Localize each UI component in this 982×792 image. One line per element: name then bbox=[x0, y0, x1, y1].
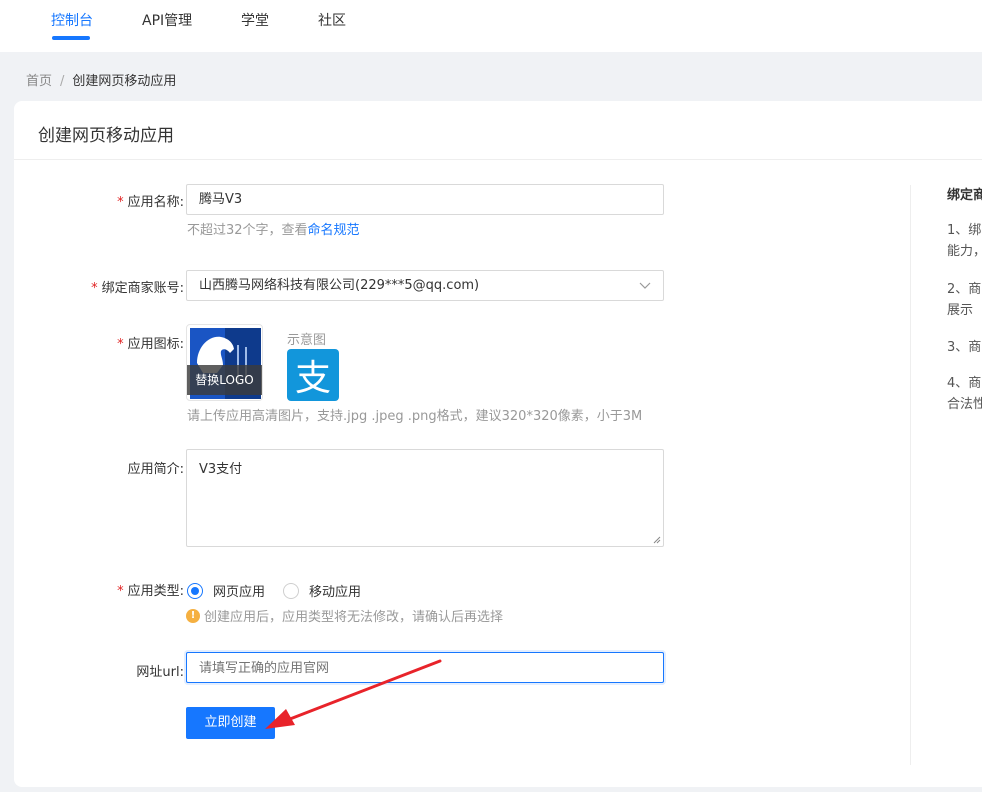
required-mark: * bbox=[117, 337, 124, 352]
side-panel-line: 1、绑 bbox=[947, 223, 982, 238]
title-divider bbox=[14, 159, 982, 160]
side-panel-title: 绑定商 bbox=[947, 188, 982, 203]
breadcrumb-current: 创建网页移动应用 bbox=[72, 74, 177, 89]
app-type-warning: ! 创建应用后，应用类型将无法修改，请确认后再选择 bbox=[186, 606, 503, 625]
radio-web-app[interactable]: 网页应用 bbox=[187, 581, 265, 600]
nav-active-indicator bbox=[52, 36, 90, 40]
create-now-button[interactable]: 立即创建 bbox=[186, 707, 275, 739]
url-input[interactable] bbox=[186, 652, 664, 683]
breadcrumb: 首页 / 创建网页移动应用 bbox=[26, 70, 176, 89]
side-panel-line: 4、商 bbox=[947, 376, 982, 391]
radio-unchecked-icon bbox=[283, 582, 299, 599]
resize-handle-icon[interactable] bbox=[653, 536, 661, 544]
app-logo-upload[interactable]: 替换LOGO bbox=[186, 324, 263, 401]
side-panel-line: 3、商 bbox=[947, 340, 982, 355]
radio-mobile-app-label: 移动应用 bbox=[309, 585, 362, 600]
required-mark: * bbox=[117, 584, 124, 599]
chevron-down-icon bbox=[639, 282, 651, 289]
naming-rules-link[interactable]: 命名规范 bbox=[308, 223, 360, 238]
top-nav: 控制台 API管理 学堂 社区 bbox=[0, 0, 982, 52]
nav-community[interactable]: 社区 bbox=[318, 10, 346, 30]
app-intro-label: 应用简介: bbox=[127, 462, 184, 477]
side-panel-divider bbox=[910, 185, 911, 765]
app-intro-value: V3支付 bbox=[199, 462, 243, 477]
alipay-sample-icon: 支 bbox=[287, 349, 339, 401]
breadcrumb-home[interactable]: 首页 bbox=[26, 74, 52, 89]
side-panel-line: 能力， bbox=[947, 244, 982, 259]
nav-api-management[interactable]: API管理 bbox=[142, 10, 192, 30]
merchant-select[interactable]: 山西腾马网络科技有限公司(229***5@qq.com) bbox=[186, 270, 664, 301]
merchant-select-value: 山西腾马网络科技有限公司(229***5@qq.com) bbox=[199, 278, 480, 293]
url-label: 网址url: bbox=[136, 665, 184, 680]
side-panel-line: 合法性 bbox=[947, 397, 982, 412]
breadcrumb-separator: / bbox=[60, 74, 65, 89]
warning-icon: ! bbox=[186, 608, 200, 623]
required-mark: * bbox=[91, 281, 98, 296]
app-name-hint: 不超过32个字，查看命名规范 bbox=[187, 223, 360, 238]
nav-console[interactable]: 控制台 bbox=[51, 10, 93, 30]
page-title: 创建网页移动应用 bbox=[38, 126, 174, 146]
side-panel-line: 展示 bbox=[947, 303, 974, 318]
radio-mobile-app[interactable]: 移动应用 bbox=[283, 581, 361, 600]
side-panel-line: 2、商 bbox=[947, 282, 982, 297]
nav-academy[interactable]: 学堂 bbox=[241, 10, 269, 30]
required-mark: * bbox=[117, 195, 124, 210]
form-card: 创建网页移动应用 * 应用名称: 腾马V3 不超过32个字，查看命名规范 * 绑定商… bbox=[14, 101, 982, 787]
app-name-label: * 应用名称: bbox=[117, 195, 184, 210]
replace-logo-button[interactable]: 替换LOGO bbox=[187, 365, 262, 395]
merchant-label: * 绑定商家账号: bbox=[91, 281, 184, 296]
app-name-input[interactable]: 腾马V3 bbox=[186, 184, 664, 215]
radio-web-app-label: 网页应用 bbox=[213, 585, 266, 600]
app-type-label: * 应用类型: bbox=[117, 584, 184, 599]
radio-checked-icon bbox=[187, 582, 203, 599]
sample-label: 示意图 bbox=[287, 333, 327, 348]
app-intro-textarea[interactable]: V3支付 bbox=[186, 449, 664, 547]
app-icon-label: * 应用图标: bbox=[117, 337, 184, 352]
sample-glyph: 支 bbox=[295, 358, 331, 399]
app-icon-hint: 请上传应用高清图片，支持.jpg .jpeg .png格式，建议320*320像… bbox=[187, 409, 643, 424]
